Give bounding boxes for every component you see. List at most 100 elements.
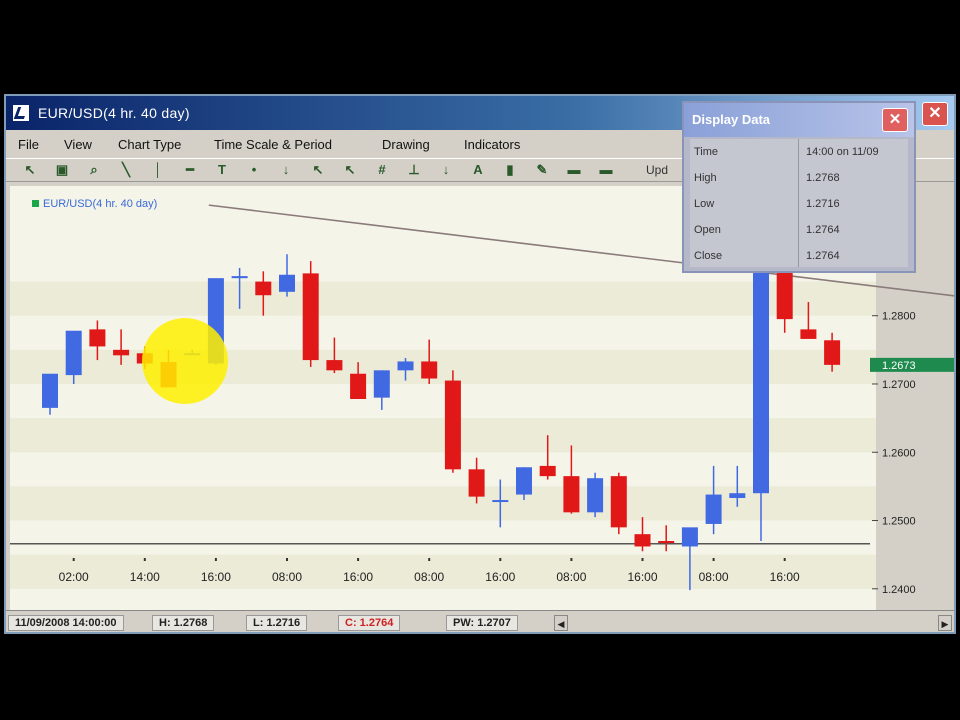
status-bar: 11/09/2008 14:00:00 H: 1.2768 L: 1.2716 …	[6, 610, 954, 632]
candle-down	[302, 273, 319, 361]
x-axis-label: 08:00	[556, 570, 586, 584]
candle-up	[231, 276, 248, 279]
candle-up	[753, 244, 769, 494]
candle-up	[42, 373, 58, 408]
x-axis-label: 16:00	[485, 570, 515, 584]
display-data-row: Close 1.2764	[690, 247, 908, 267]
arrow-down-icon[interactable]: ↓	[278, 162, 294, 178]
candle-up	[279, 274, 295, 292]
vertical-line-icon[interactable]: │	[150, 162, 166, 178]
candle-down	[89, 329, 106, 347]
candle-down	[658, 541, 675, 543]
display-data-row: Open 1.2764	[690, 221, 908, 241]
row-value: 1.2716	[806, 198, 840, 210]
display-data-body: Time 14:00 on 11/09 High 1.2768 Low 1.27…	[690, 139, 908, 267]
x-axis-label: 16:00	[343, 570, 373, 584]
y-axis-label: 1.2500	[882, 516, 916, 528]
baseline-icon[interactable]: ⊥	[406, 162, 422, 178]
point-icon[interactable]: •	[246, 162, 262, 178]
candle-down	[444, 380, 461, 470]
scroll-right-button[interactable]: ▶	[938, 615, 952, 631]
row-label: Open	[694, 224, 721, 236]
x-axis-label: 08:00	[414, 570, 444, 584]
row-value: 1.2764	[806, 224, 840, 236]
current-price-label: 1.2673	[882, 360, 916, 372]
display-data-row: High 1.2768	[690, 169, 908, 189]
app-logo-icon	[12, 104, 30, 122]
row-label: Close	[694, 250, 723, 262]
status-datetime: 11/09/2008 14:00:00	[8, 615, 124, 631]
candle-down	[468, 469, 485, 497]
marker-icon[interactable]: ↓	[438, 162, 454, 178]
trendline-icon[interactable]: ╲	[118, 162, 134, 178]
candle-up	[65, 330, 82, 376]
x-axis-label: 16:00	[627, 570, 657, 584]
x-axis-label: 08:00	[272, 570, 302, 584]
menu-indicators[interactable]: Indicators	[464, 137, 520, 152]
dash-icon[interactable]: ▬	[566, 162, 582, 178]
display-data-row: Time 14:00 on 11/09	[690, 143, 908, 163]
y-axis-label: 1.2700	[882, 379, 916, 391]
legend-swatch	[32, 200, 39, 207]
candle-up	[587, 478, 604, 513]
display-data-row: Low 1.2716	[690, 195, 908, 215]
update-button[interactable]: Upd	[646, 163, 668, 177]
display-data-title: Display Data	[692, 112, 771, 127]
candle-down	[326, 360, 343, 371]
row-label: High	[694, 172, 717, 184]
candle-up	[492, 500, 509, 503]
dash-alt-icon[interactable]: ▬	[598, 162, 614, 178]
grid-icon[interactable]: #	[374, 162, 390, 178]
row-label: Low	[694, 198, 715, 210]
status-high: H: 1.2768	[152, 615, 215, 631]
x-axis-label: 02:00	[59, 570, 89, 584]
menu-drawing[interactable]: Drawing	[382, 137, 430, 152]
text-icon[interactable]: T	[214, 162, 230, 178]
grid-band	[10, 486, 876, 521]
display-data-panel: Display Data ✕ Time 14:00 on 11/09 High …	[682, 101, 916, 273]
row-label: Time	[694, 146, 719, 158]
candle-down	[563, 476, 580, 513]
scroll-left-button[interactable]: ◀	[554, 615, 568, 631]
y-axis-label: 1.2600	[882, 447, 916, 459]
pointer-icon[interactable]: ↖	[22, 162, 38, 178]
y-axis-label: 1.2400	[882, 584, 916, 596]
y-axis-label: 1.2800	[882, 311, 916, 323]
window-title: EUR/USD(4 hr. 40 day)	[38, 105, 190, 121]
horizontal-line-icon[interactable]: ━	[182, 162, 198, 178]
candle-down	[350, 373, 367, 399]
row-value: 1.2768	[806, 172, 840, 184]
letter-a-icon[interactable]: A	[470, 162, 486, 178]
status-low: L: 1.2716	[246, 615, 308, 631]
candle-up	[681, 527, 698, 547]
row-value: 1.2764	[806, 250, 840, 262]
row-value: 14:00 on 11/09	[806, 146, 879, 158]
status-pw: PW: 1.2707	[446, 615, 518, 631]
display-data-titlebar[interactable]: Display Data ✕	[684, 103, 914, 137]
window-close-button[interactable]: ✕	[922, 102, 948, 126]
zoom-icon[interactable]: ⌕	[86, 162, 102, 178]
bar-icon[interactable]: ▮	[502, 162, 518, 178]
grid-band	[10, 281, 876, 316]
candle-up	[516, 467, 532, 495]
menu-file[interactable]: File	[18, 137, 39, 152]
menu-chart-type[interactable]: Chart Type	[118, 137, 181, 152]
arrow-alt-icon[interactable]: ↖	[342, 162, 358, 178]
candle-down	[113, 349, 130, 356]
arrow-icon[interactable]: ↖	[310, 162, 326, 178]
candle-up	[373, 370, 390, 398]
candle-down	[610, 476, 627, 528]
menu-time-scale-period[interactable]: Time Scale & Period	[214, 137, 332, 152]
candle-up	[705, 494, 722, 524]
x-axis-label: 16:00	[201, 570, 231, 584]
pencil-icon[interactable]: ✎	[534, 162, 550, 178]
x-axis-label: 08:00	[699, 570, 729, 584]
candle-down	[539, 465, 556, 477]
candle-down	[800, 329, 817, 339]
print-icon[interactable]: ▣	[54, 162, 70, 178]
candle-down	[634, 534, 651, 547]
chart-legend: EUR/USD(4 hr. 40 day)	[43, 198, 157, 210]
display-data-close-button[interactable]: ✕	[882, 108, 908, 132]
candle-up	[729, 493, 746, 498]
menu-view[interactable]: View	[64, 137, 92, 152]
